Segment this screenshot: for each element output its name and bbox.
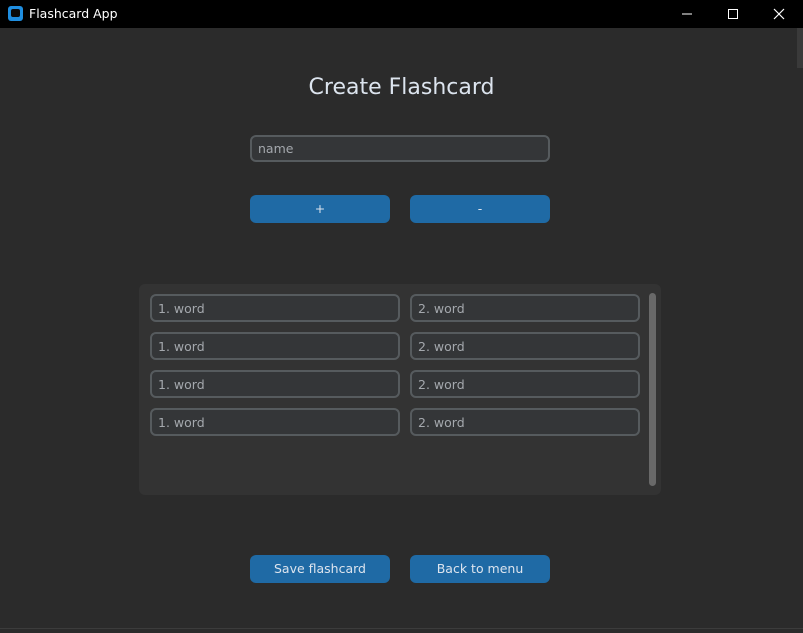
title-bar[interactable]: Flashcard App	[0, 0, 803, 28]
word1-input[interactable]	[150, 294, 400, 322]
page-title: Create Flashcard	[308, 75, 495, 100]
word-pairs-scroll-frame[interactable]	[139, 284, 661, 495]
close-icon	[773, 8, 785, 20]
word2-input[interactable]	[410, 408, 640, 436]
close-button[interactable]	[756, 0, 802, 28]
word1-input[interactable]	[150, 408, 400, 436]
minimize-button[interactable]	[664, 0, 710, 28]
word1-input[interactable]	[150, 370, 400, 398]
add-pair-button[interactable]: +	[250, 195, 390, 223]
maximize-icon	[728, 9, 738, 19]
word2-input[interactable]	[410, 332, 640, 360]
window-bottom-border	[0, 628, 803, 629]
word2-input[interactable]	[410, 294, 640, 322]
scrollbar-thumb[interactable]	[649, 293, 656, 486]
flashcard-name-input[interactable]	[250, 135, 550, 162]
remove-pair-button[interactable]: -	[410, 195, 550, 223]
window-title: Flashcard App	[29, 6, 118, 21]
app-icon	[8, 6, 23, 21]
word1-input[interactable]	[150, 332, 400, 360]
app-window: Flashcard App Create Flashcard + -	[0, 0, 803, 633]
back-to-menu-button[interactable]: Back to menu	[410, 555, 550, 583]
save-flashcard-button[interactable]: Save flashcard	[250, 555, 390, 583]
word2-input[interactable]	[410, 370, 640, 398]
maximize-button[interactable]	[710, 0, 756, 28]
minimize-icon	[682, 13, 692, 15]
window-edge-scrollbar	[797, 28, 803, 68]
